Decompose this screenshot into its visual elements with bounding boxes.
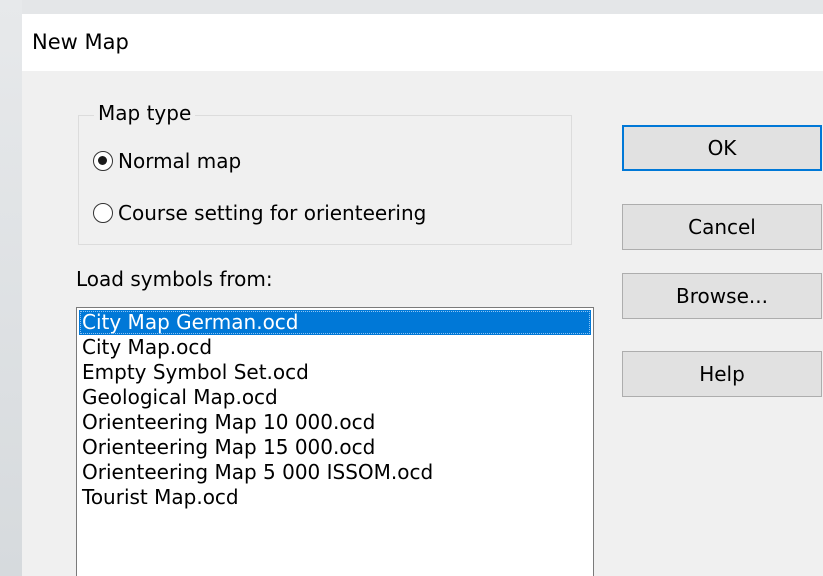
- list-item[interactable]: Empty Symbol Set.ocd: [79, 360, 591, 385]
- help-button[interactable]: Help: [622, 351, 822, 397]
- list-item[interactable]: City Map German.ocd: [79, 310, 591, 335]
- normal-map-radio-option[interactable]: Normal map: [93, 149, 241, 173]
- list-item[interactable]: Orienteering Map 10 000.ocd: [79, 410, 591, 435]
- list-item[interactable]: Tourist Map.ocd: [79, 485, 591, 510]
- symbols-listbox[interactable]: City Map German.ocd City Map.ocd Empty S…: [76, 307, 594, 576]
- course-setting-radio-label: Course setting for orienteering: [118, 201, 427, 225]
- map-type-groupbox: [78, 115, 572, 245]
- dialog-client-area: Map type Normal map Course setting for o…: [22, 71, 823, 576]
- desktop-background-top: [0, 0, 823, 14]
- browse-button[interactable]: Browse...: [622, 273, 822, 319]
- course-setting-radio-option[interactable]: Course setting for orienteering: [93, 201, 426, 225]
- symbols-list-label: Load symbols from:: [76, 267, 273, 291]
- list-item[interactable]: Geological Map.ocd: [79, 385, 591, 410]
- list-item[interactable]: Orienteering Map 15 000.ocd: [79, 435, 591, 460]
- cancel-button[interactable]: Cancel: [622, 204, 822, 250]
- ok-button[interactable]: OK: [622, 125, 822, 171]
- normal-map-radio-button[interactable]: [93, 151, 113, 171]
- list-item[interactable]: City Map.ocd: [79, 335, 591, 360]
- dialog-title: New Map: [32, 30, 129, 54]
- course-setting-radio-button[interactable]: [93, 203, 113, 223]
- list-item[interactable]: Orienteering Map 5 000 ISSOM.ocd: [79, 460, 591, 485]
- map-type-group-label: Map type: [94, 101, 196, 125]
- desktop-background-left: [0, 0, 22, 576]
- normal-map-radio-label: Normal map: [118, 149, 242, 173]
- new-map-dialog: New Map Map type Normal map Course setti…: [22, 14, 823, 576]
- dialog-titlebar: New Map: [22, 14, 823, 71]
